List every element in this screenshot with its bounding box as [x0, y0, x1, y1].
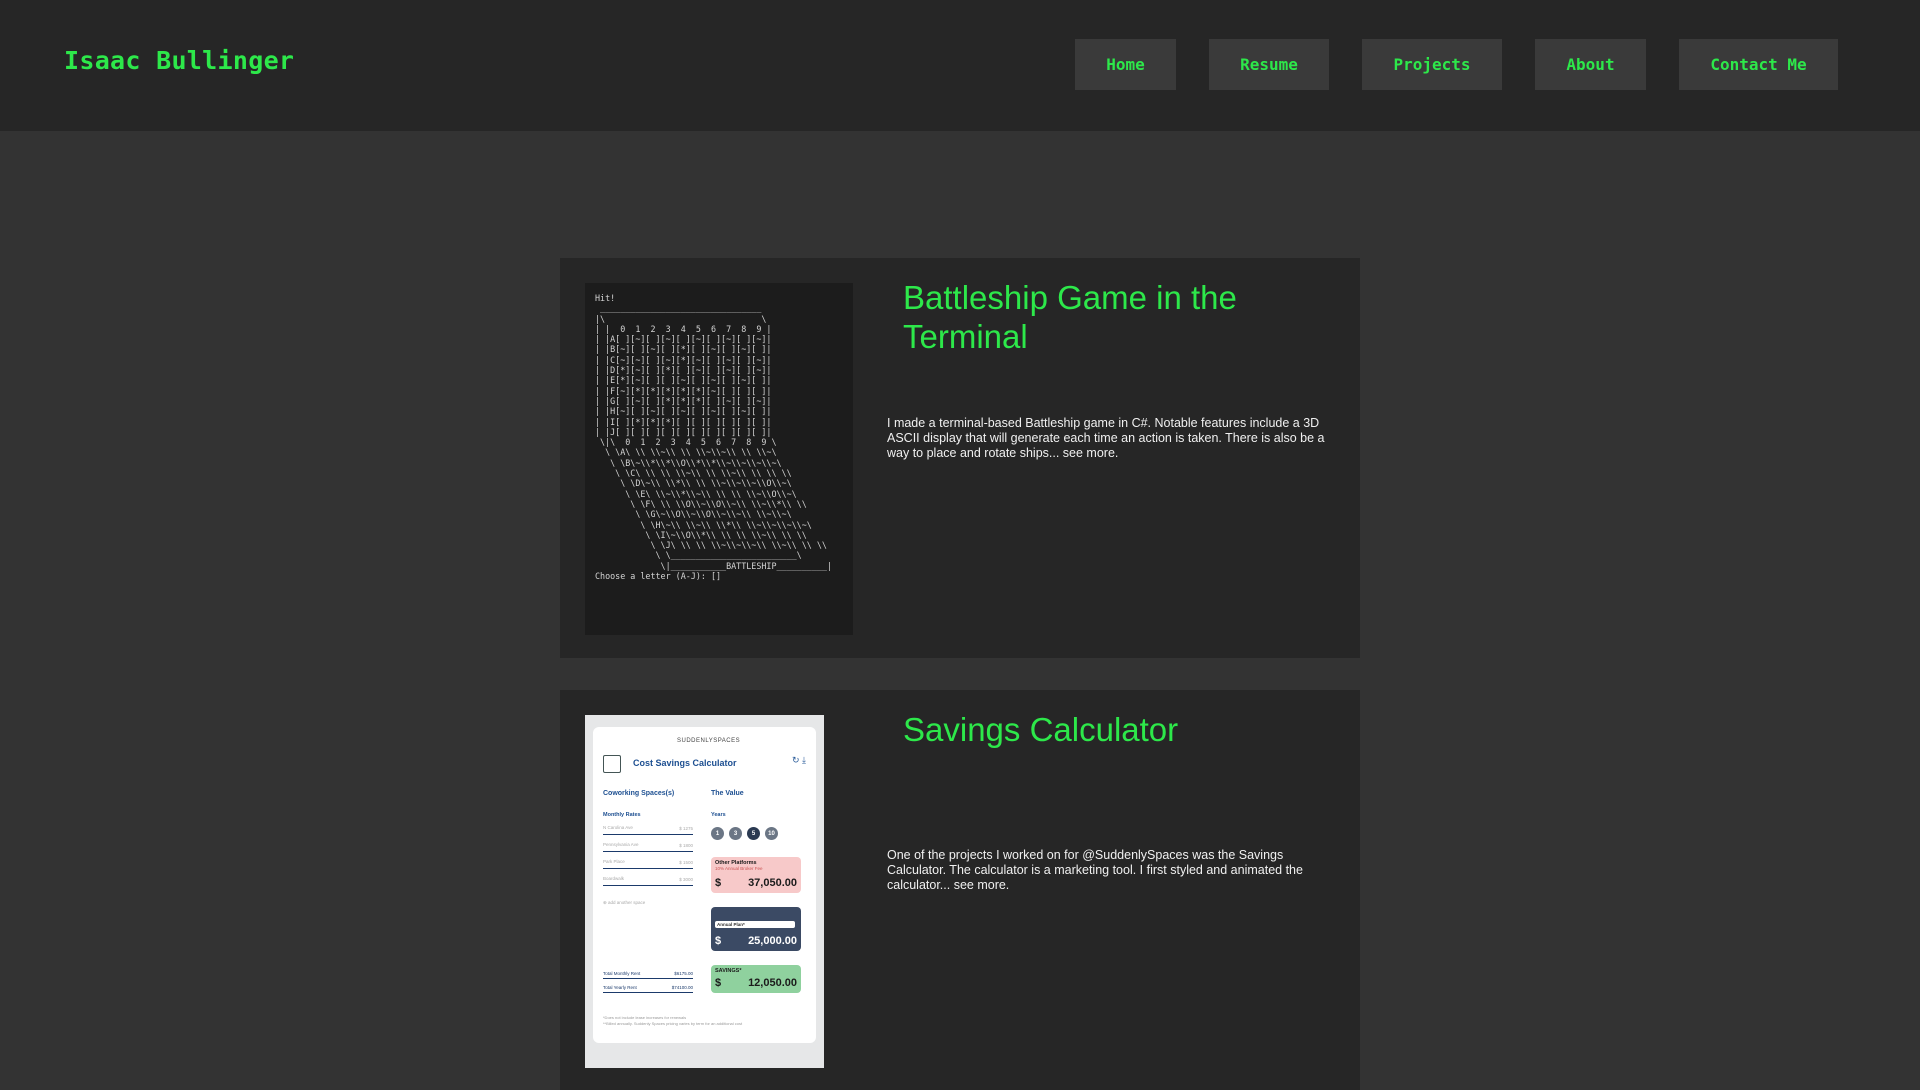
refresh-download-icon: ↻ ⤓ — [791, 755, 806, 765]
nav-contact-button[interactable]: Contact Me — [1679, 39, 1838, 90]
terminal-line: | |E[*][~][ ][ ][~][ ][~][ ][~][ ]| — [595, 375, 772, 386]
calc-footnotes: *Does not include lease increases for re… — [603, 1015, 743, 1026]
project-description: I made a terminal-based Battleship game … — [887, 416, 1325, 460]
site-brand[interactable]: Isaac Bullinger — [64, 46, 294, 75]
total-yearly-row: Total Yearly Rent $74100.00 — [603, 985, 693, 993]
terminal-line: |\ \ — [595, 313, 767, 324]
project-card-savings-calculator[interactable]: SUDDENLYSPACES Cost Savings Calculator ↻… — [560, 690, 1360, 1090]
project-title[interactable]: Battleship Game in the Terminal — [903, 278, 1323, 356]
terminal-line: | |A[ ][~][ ][~][ ][~][ ][~][ ][~]| — [595, 334, 772, 345]
year-option-selected: 5 — [747, 827, 760, 840]
nav-projects-button[interactable]: Projects — [1362, 39, 1502, 90]
terminal-line: \ \C\ \\ \\ \\~\\ \\ \\~\\ \\ \\ \\ — [595, 468, 792, 479]
rate-row: Boardwalk $ 3000 — [603, 876, 693, 886]
years-label: Years — [711, 812, 726, 818]
terminal-line: \ \H\~\\ \\~\\ \\*\\ \\~\\~\\~\\~\ — [595, 519, 812, 530]
add-space-link: ⊕ add another space — [603, 900, 646, 905]
terminal-line: | |C[~][~][ ][~][*][~][ ][~][ ][~]| — [595, 354, 772, 365]
savings-calculator-screenshot[interactable]: SUDDENLYSPACES Cost Savings Calculator ↻… — [585, 715, 824, 1068]
plan-select: Annual Plan* — [715, 921, 795, 928]
rate-row: Pennsylvania Ave $ 1800 — [603, 842, 693, 852]
terminal-line: | |J[ ][ ][ ][ ][ ][ ][ ][ ][ ][ ]| — [595, 426, 772, 437]
terminal-line: \ \_________________________\ — [595, 550, 802, 561]
terminal-line: | |I[ ][*][*][*][ ][ ][ ][ ][ ][ ]| — [595, 416, 772, 427]
terminal-line: \ \D\~\\ \\*\\ \\ \\~\\~\\~\\O\\~\ — [595, 478, 792, 489]
calc-brand: SUDDENLYSPACES — [677, 738, 741, 744]
monthly-rates-label: Monthly Rates — [603, 812, 641, 818]
terminal-line: | |D[*][~][ ][*][ ][~][ ][~][ ][~]| — [595, 365, 772, 376]
year-option: 1 — [711, 827, 724, 840]
terminal-output: Hit! ________________________________ |\ … — [585, 283, 853, 635]
terminal-line: \ \A\ \\ \\~\\ \\ \\~\\~\\ \\ \\~\ — [595, 447, 777, 458]
calc-left-heading: Coworking Spaces(s) — [603, 790, 675, 797]
terminal-line: \ \B\~\\*\\*\\O\\*\\*\\~\\~\\~\\~\ — [595, 457, 782, 468]
nav-about-button[interactable]: About — [1535, 39, 1646, 90]
calculator-icon — [603, 755, 621, 773]
terminal-line: \|\ 0 1 2 3 4 5 6 7 8 9 \ — [595, 437, 777, 448]
terminal-line: Choose a letter (A-J): [] — [595, 571, 722, 582]
terminal-line: | |B[~][ ][~][ ][*][ ][~][ ][~][ ]| — [595, 344, 772, 355]
rate-row: N Carolina Ave $ 1275 — [603, 825, 693, 835]
calc-title: Cost Savings Calculator — [633, 758, 737, 768]
calculator-preview: SUDDENLYSPACES Cost Savings Calculator ↻… — [593, 727, 816, 1043]
project-card-battleship[interactable]: Hit! ________________________________ |\ … — [560, 258, 1360, 658]
year-option: 10 — [765, 827, 778, 840]
terminal-line: Hit! — [595, 293, 616, 303]
terminal-line: | |G[ ][~][ ][*][*][*][ ][~][ ][~]| — [595, 395, 772, 406]
battleship-screenshot[interactable]: Hit! ________________________________ |\ … — [585, 283, 853, 635]
calc-right-heading: The Value — [711, 790, 744, 797]
year-option: 3 — [729, 827, 742, 840]
terminal-line: \|___________BATTLESHIP__________| — [595, 560, 832, 571]
rate-row: Park Place $ 1500 — [603, 859, 693, 869]
nav-home-button[interactable]: Home — [1075, 39, 1176, 90]
terminal-line: | |F[~][*][*][*][*][*][~][ ][ ][ ]| — [595, 385, 772, 396]
suddenly-spaces-box: Annual Plan* $25,000.00 — [711, 907, 801, 951]
terminal-line: | | 0 1 2 3 4 5 6 7 8 9 | — [595, 323, 772, 334]
terminal-line: \ \E\ \\~\\*\\~\\ \\ \\ \\~\\O\\~\ — [595, 488, 797, 499]
terminal-line: \ \I\~\\O\\*\\ \\ \\ \\~\\ \\ \\ — [595, 529, 807, 540]
nav-resume-button[interactable]: Resume — [1209, 39, 1329, 90]
terminal-line: \ \G\~\\O\\~\\O\\~\\~\\ \\~\\~\ — [595, 509, 792, 520]
savings-box: SAVINGS* $12,050.00 — [711, 965, 801, 993]
total-monthly-row: Total Monthly Rent $6175.00 — [603, 971, 693, 979]
terminal-line: \ \J\ \\ \\ \\~\\~\\~\\ \\~\\ \\ \\ — [595, 540, 827, 551]
terminal-line: \ \F\ \\ \\O\\~\\O\\~\\ \\~\\*\\ \\ — [595, 498, 807, 509]
project-description: One of the projects I worked on for @Sud… — [887, 848, 1303, 892]
terminal-line: ________________________________ — [595, 303, 762, 314]
terminal-line: | |H[~][ ][~][ ][~][ ][~][ ][~][ ]| — [595, 406, 772, 417]
project-title[interactable]: Savings Calculator — [903, 710, 1323, 749]
other-platforms-box: Other Platforms 10% Annual Broker Fee $37… — [711, 857, 801, 893]
site-header: Isaac Bullinger Home Resume Projects Abo… — [0, 0, 1920, 131]
